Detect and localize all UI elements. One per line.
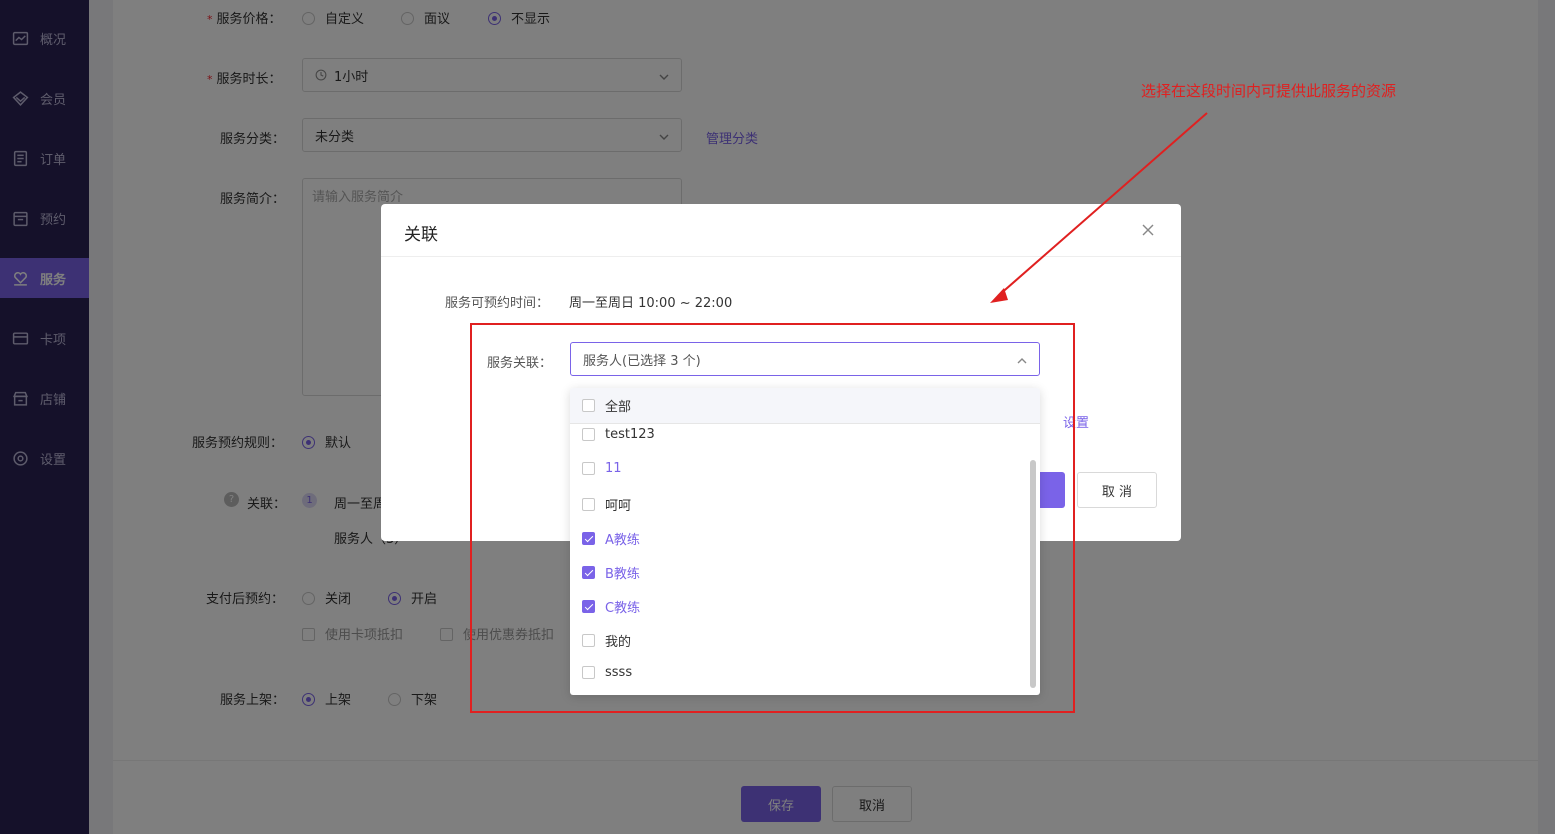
close-icon[interactable]	[1141, 223, 1155, 237]
annotation-text: 选择在这段时间内可提供此服务的资源	[1141, 82, 1397, 100]
time-label: 服务可预约时间：	[445, 296, 550, 311]
time-value: 周一至周日 10:00 ~ 22:00	[569, 296, 733, 311]
modal-title: 关联	[404, 225, 438, 245]
modal-header: 关联	[381, 204, 1181, 257]
modal-cancel-button[interactable]: 取 消	[1077, 472, 1157, 508]
annotation-box	[470, 323, 1075, 713]
